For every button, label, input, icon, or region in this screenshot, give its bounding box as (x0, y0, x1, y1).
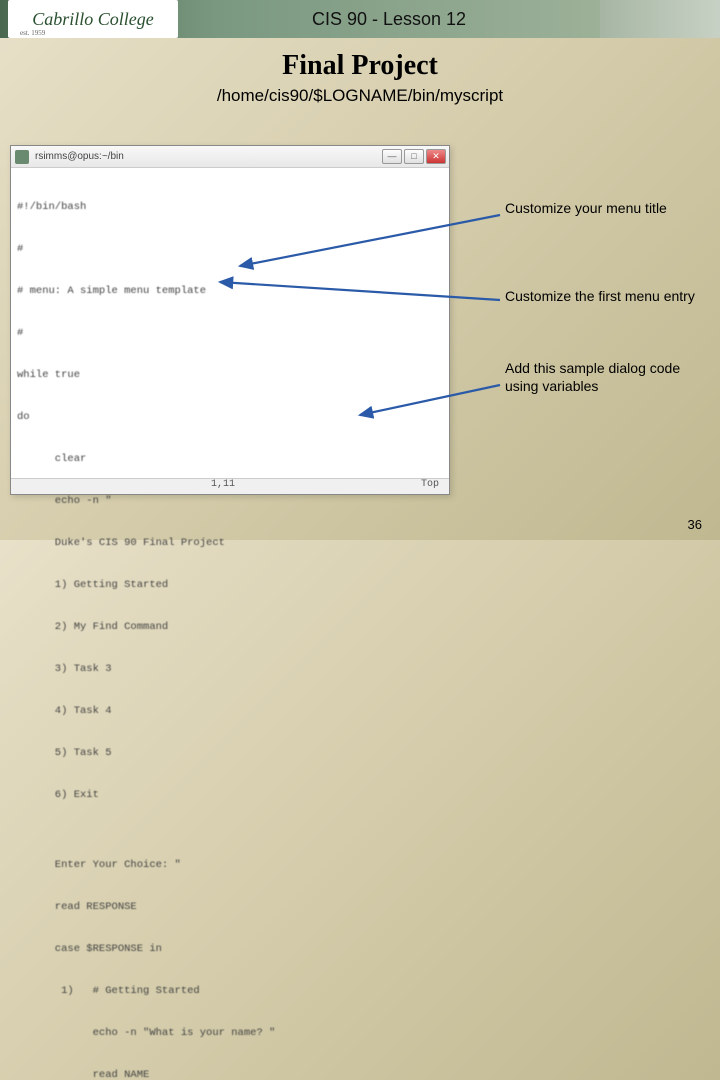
code-line: 6) Exit (17, 788, 443, 802)
script-path: /home/cis90/$LOGNAME/bin/myscript (0, 86, 720, 106)
close-button[interactable]: ✕ (426, 149, 446, 164)
code-line: do (17, 410, 443, 424)
code-line: case $RESPONSE in (17, 942, 443, 956)
code-line: clear (17, 452, 443, 466)
code-line: echo -n " (17, 494, 443, 508)
code-line: read NAME (17, 1068, 443, 1080)
college-logo: Cabrillo College est. 1959 (8, 0, 178, 38)
window-controls: — □ ✕ (382, 149, 446, 164)
cursor-position: 1,11 (211, 479, 235, 494)
code-line: #!/bin/bash (17, 200, 443, 214)
code-line: 1) # Getting Started (17, 984, 443, 998)
code-line: 5) Task 5 (17, 746, 443, 760)
code-line: Enter Your Choice: " (17, 858, 443, 872)
header-bar: Cabrillo College est. 1959 CIS 90 - Less… (0, 0, 720, 38)
minimize-button[interactable]: — (382, 149, 402, 164)
callout-dialog-code: Add this sample dialog code using variab… (505, 360, 705, 395)
logo-text: Cabrillo College (32, 9, 154, 30)
code-line: Duke's CIS 90 Final Project (17, 536, 443, 550)
code-line: while true (17, 368, 443, 382)
page-number: 36 (688, 517, 702, 532)
editor-statusbar: 1,11 Top (11, 478, 449, 494)
code-line: read RESPONSE (17, 900, 443, 914)
code-line: 4) Task 4 (17, 704, 443, 718)
code-line: 2) My Find Command (17, 620, 443, 634)
callout-menu-title: Customize your menu title (505, 200, 705, 218)
code-line: # menu: A simple menu template (17, 284, 443, 298)
code-line: # (17, 326, 443, 340)
logo-subtext: est. 1959 (20, 29, 45, 37)
callout-first-entry: Customize the first menu entry (505, 288, 705, 306)
page-title: Final Project (0, 50, 720, 82)
code-line: echo -n "What is your name? " (17, 1026, 443, 1040)
terminal-icon (15, 150, 29, 164)
scroll-position: Top (421, 479, 439, 494)
header-decoration (600, 0, 720, 38)
maximize-button[interactable]: □ (404, 149, 424, 164)
code-line: # (17, 242, 443, 256)
lesson-title: CIS 90 - Lesson 12 (178, 9, 600, 30)
code-line: 1) Getting Started (17, 578, 443, 592)
window-titlebar: rsimms@opus:~/bin — □ ✕ (11, 146, 449, 168)
code-line: 3) Task 3 (17, 662, 443, 676)
terminal-window: rsimms@opus:~/bin — □ ✕ #!/bin/bash # # … (10, 145, 450, 495)
window-title: rsimms@opus:~/bin (35, 151, 124, 162)
editor-content: #!/bin/bash # # menu: A simple menu temp… (11, 168, 449, 1080)
